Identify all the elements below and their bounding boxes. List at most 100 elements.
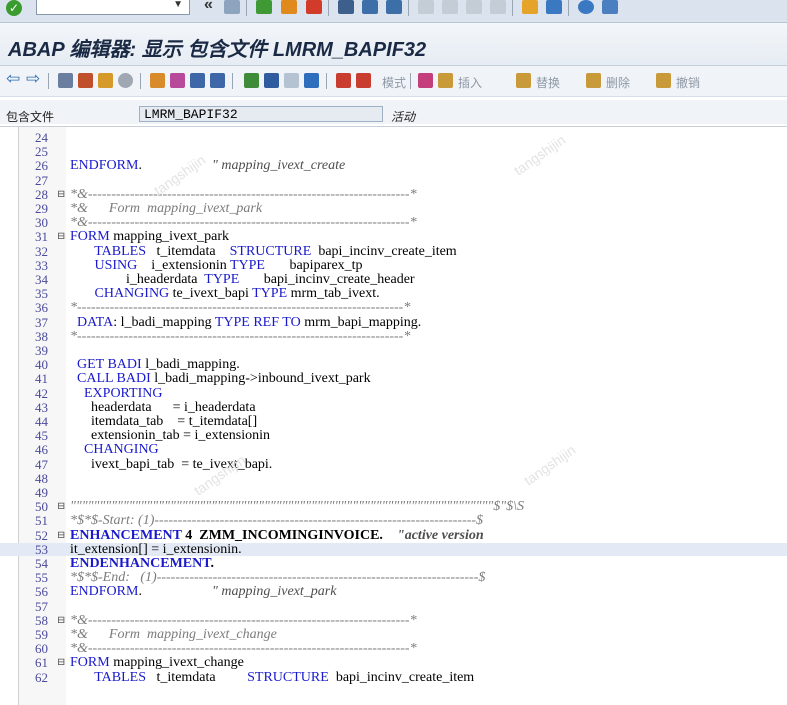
code-line[interactable]: 24 [0, 131, 787, 144]
fold-toggle-icon[interactable]: ⊟ [57, 188, 65, 201]
enhancement-icon[interactable] [418, 73, 433, 88]
code-line[interactable]: 59 *& Form mapping_ivext_change [0, 628, 787, 642]
code-line[interactable]: 40 GET BADI l_badi_mapping. [0, 358, 787, 372]
layout-menu-icon[interactable] [602, 0, 618, 14]
code-line[interactable]: 32 TABLES t_itemdata STRUCTURE bapi_inci… [0, 244, 787, 258]
code-line[interactable]: 56 ENDFORM. " mapping_ivext_park [0, 585, 787, 599]
code-line[interactable]: 49 [0, 486, 787, 499]
test-icon[interactable] [170, 73, 185, 88]
new-session-icon[interactable] [522, 0, 538, 14]
code-line[interactable]: 27 [0, 174, 787, 187]
display-change-icon[interactable] [58, 73, 73, 88]
insert-icon[interactable] [438, 73, 453, 88]
check-syntax-icon[interactable] [118, 73, 133, 88]
code-line[interactable]: 54 ENDENHANCEMENT. [0, 556, 787, 571]
code-line[interactable]: 51 *$*$-Start: (1)-----------------------… [0, 514, 787, 528]
info-icon[interactable] [304, 73, 319, 88]
first-page-icon[interactable] [418, 0, 434, 14]
code-text: ENDENHANCEMENT. [70, 556, 215, 571]
cancel-icon[interactable] [306, 0, 322, 14]
external-breakpoint-icon[interactable] [356, 73, 371, 88]
help-icon[interactable] [578, 0, 594, 14]
line-number: 49 [35, 485, 48, 500]
code-line[interactable]: 50 ⊟ """""""""""""""""""""""""""""""""""""… [0, 500, 787, 514]
shortcut-icon[interactable] [546, 0, 562, 14]
forward-arrow-icon[interactable]: ⇨ [26, 69, 40, 89]
replace-button[interactable]: 替换 [536, 74, 560, 91]
code-line[interactable]: 25 [0, 145, 787, 158]
fold-toggle-icon[interactable]: ⊟ [57, 230, 65, 243]
line-number: 58 [35, 612, 48, 628]
mode-label[interactable]: 模式 [382, 74, 406, 91]
chevron-down-icon[interactable]: ▼ [173, 0, 183, 10]
code-line[interactable]: 57 [0, 600, 787, 613]
code-text: *---------------------------------------… [70, 328, 411, 344]
code-line[interactable]: 35 CHANGING te_ivext_bapi TYPE mrm_tab_i… [0, 287, 787, 301]
code-line[interactable]: 60 *&------------------------------------… [0, 642, 787, 656]
code-line[interactable]: 30 *&------------------------------------… [0, 216, 787, 230]
undo-button[interactable]: 撤销 [676, 74, 700, 91]
code-line[interactable]: 28 ⊟ *&-----------------------------------… [0, 187, 787, 201]
code-line[interactable]: 47 ivext_bapi_tab = te_ivext_bapi. [0, 457, 787, 471]
object-list-icon[interactable] [210, 73, 225, 88]
code-line[interactable]: 43 headerdata = i_headerdata [0, 400, 787, 414]
code-line[interactable]: 31 ⊟ FORM mapping_ivext_park [0, 230, 787, 244]
split-screen-icon[interactable] [284, 73, 299, 88]
code-editor[interactable]: 24 25 26 ENDFORM. " mapping_ivext_create 27 2… [0, 126, 787, 705]
command-field[interactable]: ▼ [36, 0, 190, 15]
code-line[interactable]: 42 EXPORTING [0, 385, 787, 401]
code-line[interactable]: 26 ENDFORM. " mapping_ivext_create [0, 159, 787, 173]
code-line[interactable]: 39 [0, 344, 787, 357]
code-line[interactable]: 34 i_headerdata TYPE bapi_incinv_create_… [0, 273, 787, 287]
code-line[interactable]: 62 TABLES t_itemdata STRUCTURE bapi_inci… [0, 670, 787, 684]
collapse-arrows-icon[interactable]: « [204, 0, 213, 14]
delete-button[interactable]: 删除 [606, 74, 630, 91]
code-text: *& Form mapping_ivext_park [70, 201, 263, 216]
fold-toggle-icon[interactable]: ⊟ [57, 656, 65, 669]
save-icon[interactable] [224, 0, 240, 14]
fold-toggle-icon[interactable]: ⊟ [57, 500, 65, 513]
code-line[interactable]: 58 ⊟ *&-----------------------------------… [0, 612, 787, 628]
activate-icon[interactable] [150, 73, 165, 88]
next-page-icon[interactable] [466, 0, 482, 14]
undo-icon[interactable] [656, 73, 671, 88]
breakpoint-icon[interactable] [336, 73, 351, 88]
code-line[interactable]: 45 extensionin_tab = i_extensionin [0, 428, 787, 444]
code-line[interactable]: 29 *& Form mapping_ivext_park [0, 201, 787, 216]
code-line[interactable]: 37 DATA: l_badi_mapping TYPE REF TO mrm_… [0, 315, 787, 329]
active-inactive-icon[interactable] [78, 73, 93, 88]
include-name-field[interactable]: LMRM_BAPIF32 [139, 106, 383, 122]
code-line[interactable]: 38 *-------------------------------------… [0, 328, 787, 344]
enter-check-icon[interactable]: ✓ [6, 0, 22, 16]
code-line[interactable]: 41 CALL BADI l_badi_mapping->inbound_ive… [0, 372, 787, 386]
code-text: EXPORTING [84, 385, 163, 401]
code-line[interactable]: 55 *$*$-End: (1)-------------------------… [0, 571, 787, 585]
delete-icon[interactable] [586, 73, 601, 88]
code-line[interactable]: 33 USING i_extensionin TYPE bapiparex_tp [0, 258, 787, 272]
other-object-icon[interactable] [98, 73, 113, 88]
code-line[interactable]: 46 CHANGING [0, 443, 787, 457]
line-number: 45 [35, 428, 48, 444]
code-line[interactable]: 44 itemdata_tab = t_itemdata[] [0, 415, 787, 429]
print-icon[interactable] [338, 0, 354, 14]
insert-button[interactable]: 插入 [458, 74, 482, 91]
hierarchy-icon[interactable] [244, 73, 259, 88]
pretty-printer-icon[interactable] [264, 73, 279, 88]
exit-icon[interactable] [281, 0, 297, 14]
where-used-icon[interactable] [190, 73, 205, 88]
find-icon[interactable] [362, 0, 378, 14]
code-line[interactable]: 53 it_extension[] = i_extensionin. [0, 542, 787, 556]
fold-toggle-icon[interactable]: ⊟ [57, 529, 65, 542]
code-line[interactable]: 61 ⊟ FORM mapping_ivext_change [0, 656, 787, 670]
last-page-icon[interactable] [490, 0, 506, 14]
code-line[interactable]: 48 [0, 472, 787, 485]
fold-toggle-icon[interactable]: ⊟ [57, 614, 65, 627]
line-number: 38 [35, 328, 48, 344]
code-line[interactable]: 36 *-------------------------------------… [0, 301, 787, 315]
find-next-icon[interactable] [386, 0, 402, 14]
prev-page-icon[interactable] [442, 0, 458, 14]
back-arrow-icon[interactable]: ⇦ [6, 69, 20, 89]
code-line[interactable]: 52 ⊟ ENHANCEMENT 4 ZMM_INCOMINGINVOICE. "a… [0, 528, 787, 542]
back-icon[interactable] [256, 0, 272, 14]
replace-icon[interactable] [516, 73, 531, 88]
